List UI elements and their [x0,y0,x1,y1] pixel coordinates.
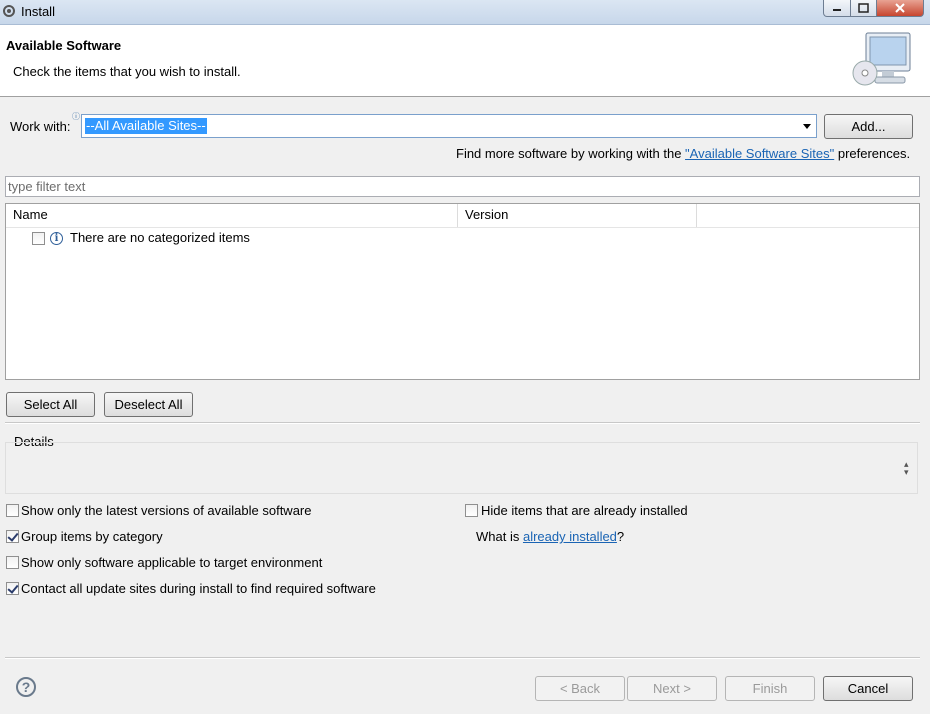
filter-input[interactable] [8,178,908,195]
find-more-prefix: Find more software by working with the [456,146,686,161]
wizard-header: Available Software Check the items that … [0,25,930,97]
select-all-button[interactable]: Select All [6,392,95,417]
contact-sites-checkbox[interactable] [6,582,19,595]
latest-versions-checkbox[interactable] [6,504,19,517]
column-name[interactable]: Name [6,204,458,227]
what-is-installed: What is already installed? [476,529,624,544]
column-version[interactable]: Version [458,204,697,227]
details-scroll-icon[interactable]: ▴ ▾ [904,460,909,477]
work-with-value: --All Available Sites-- [85,118,207,134]
filter-field[interactable] [5,176,920,197]
available-software-sites-link[interactable]: "Available Software Sites" [685,146,834,161]
deselect-all-button[interactable]: Deselect All [104,392,193,417]
app-icon [3,5,15,17]
info-icon: i [50,232,63,245]
page-title: Available Software [6,38,122,53]
cancel-button[interactable]: Cancel [823,676,913,701]
maximize-icon [858,3,869,13]
separator [5,422,920,424]
chevron-down-icon[interactable] [803,124,811,129]
maximize-button[interactable] [850,0,877,17]
close-button[interactable] [876,0,924,17]
computer-cd-icon [852,32,911,86]
details-area [5,442,918,494]
work-with-label: Work with: [10,119,71,134]
title-bar: Install [0,0,930,25]
latest-versions-label[interactable]: Show only the latest versions of availab… [21,503,312,518]
target-environment-checkbox[interactable] [6,556,19,569]
row-checkbox[interactable] [32,232,45,245]
hide-installed-checkbox[interactable] [465,504,478,517]
group-by-category-label[interactable]: Group items by category [21,529,163,544]
tree-header: Name Version [6,204,919,228]
group-by-category-checkbox[interactable] [6,530,19,543]
minimize-icon [833,9,841,11]
finish-button[interactable]: Finish [725,676,815,701]
tree-row-label[interactable]: There are no categorized items [70,230,250,245]
help-icon[interactable]: ? [16,677,36,697]
footer-separator [5,657,920,659]
contact-sites-label[interactable]: Contact all update sites during install … [21,581,376,596]
window-title: Install [21,4,55,19]
hide-installed-label[interactable]: Hide items that are already installed [481,503,688,518]
find-more-text: Find more software by working with the "… [456,146,910,161]
already-installed-link[interactable]: already installed [523,529,617,544]
next-button[interactable]: Next > [627,676,717,701]
find-more-suffix: preferences. [834,146,911,161]
add-site-button[interactable]: Add... [824,114,913,139]
what-is-prefix: What is [476,529,523,544]
info-hint-icon: ⓘ [72,112,80,121]
close-icon [895,3,905,13]
target-environment-label[interactable]: Show only software applicable to target … [21,555,322,570]
what-is-suffix: ? [616,529,625,544]
minimize-button[interactable] [823,0,851,17]
work-with-combo[interactable]: --All Available Sites-- [81,114,817,138]
page-description: Check the items that you wish to install… [13,64,241,79]
back-button[interactable]: < Back [535,676,625,701]
software-tree[interactable]: Name Version i There are no categorized … [5,203,920,380]
